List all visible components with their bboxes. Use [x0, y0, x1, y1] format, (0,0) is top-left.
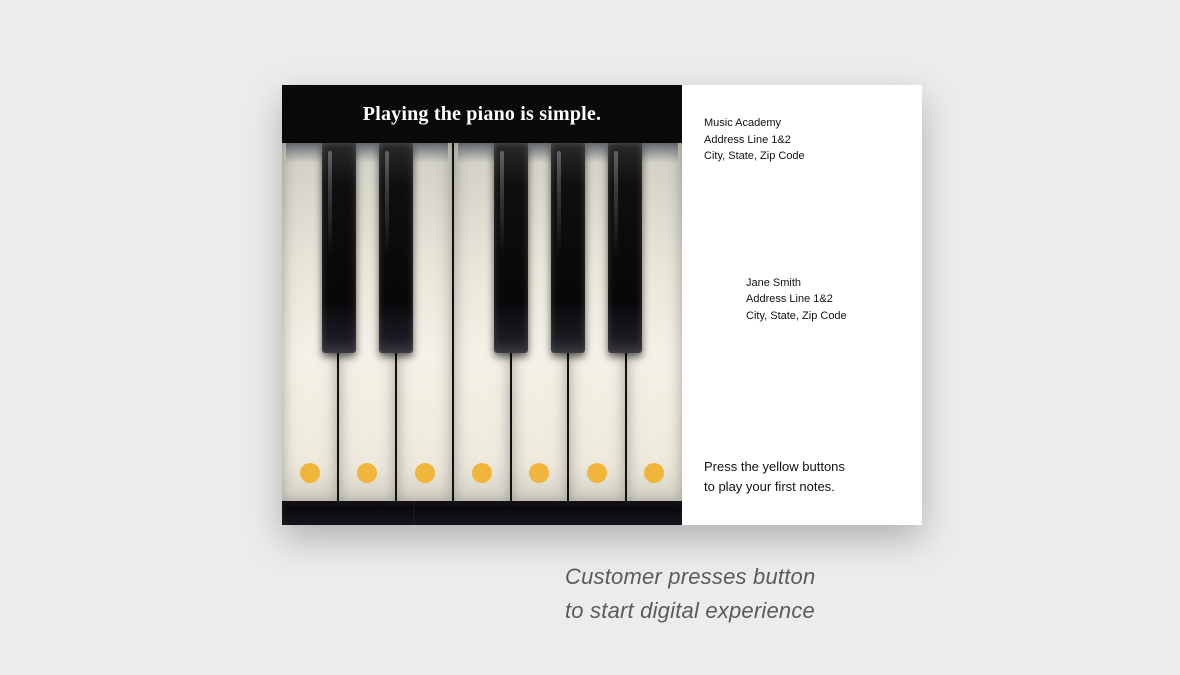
dot-icon[interactable] [357, 463, 377, 483]
caption-text: Customer presses button to start digital… [565, 560, 815, 628]
recipient-addr1: Address Line 1&2 [746, 291, 900, 308]
black-key-3[interactable] [494, 143, 528, 353]
dot-icon[interactable] [472, 463, 492, 483]
black-key-4[interactable] [551, 143, 585, 353]
instruction-line2: to play your first notes. [704, 477, 900, 497]
postcard: Playing the piano is simple. Music Acade… [282, 85, 922, 525]
caption-line2: to start digital experience [565, 594, 815, 628]
piano-panel: Playing the piano is simple. [282, 85, 682, 525]
sender-address: Music Academy Address Line 1&2 City, Sta… [704, 115, 900, 165]
black-key-2[interactable] [379, 143, 413, 353]
dot-icon[interactable] [300, 463, 320, 483]
dot-icon[interactable] [529, 463, 549, 483]
sender-addr1: Address Line 1&2 [704, 132, 900, 149]
piano-keys [282, 143, 682, 501]
instruction-text: Press the yellow buttons to play your fi… [704, 457, 900, 497]
sender-name: Music Academy [704, 115, 900, 132]
sender-addr2: City, State, Zip Code [704, 148, 900, 165]
dot-icon[interactable] [644, 463, 664, 483]
instruction-line1: Press the yellow buttons [704, 457, 900, 477]
black-key-1[interactable] [322, 143, 356, 353]
dot-icon[interactable] [415, 463, 435, 483]
piano-base-strip [282, 501, 682, 525]
recipient-address: Jane Smith Address Line 1&2 City, State,… [746, 275, 900, 325]
black-key-5[interactable] [608, 143, 642, 353]
dot-icon[interactable] [587, 463, 607, 483]
info-panel: Music Academy Address Line 1&2 City, Sta… [682, 85, 922, 525]
caption-line1: Customer presses button [565, 560, 815, 594]
recipient-addr2: City, State, Zip Code [746, 308, 900, 325]
headline-text: Playing the piano is simple. [282, 103, 682, 126]
recipient-name: Jane Smith [746, 275, 900, 292]
